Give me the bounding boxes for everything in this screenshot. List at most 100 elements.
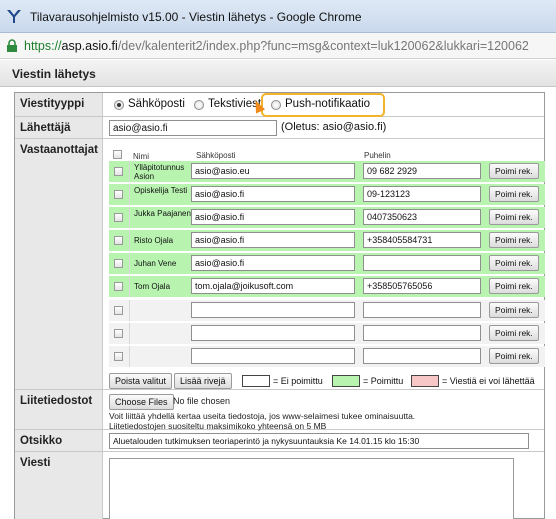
recipient-phone-input[interactable]	[363, 163, 481, 179]
address-bar[interactable]: https://asp.asio.fi/dev/kalenterit2/inde…	[0, 33, 556, 59]
row-divider	[129, 300, 130, 321]
sender-label: Lähettäjä	[15, 117, 103, 138]
attachments-row: Liitetiedostot Choose Files No file chos…	[15, 390, 544, 431]
message-row: Viesti	[15, 452, 544, 519]
attachments-label: Liitetiedostot	[15, 390, 103, 429]
legend-not-picked-swatch	[242, 375, 270, 387]
legend-not-picked-label: = Ei poimittu	[273, 376, 323, 386]
recipient-row: Ylläpitotunnus Asion Poimi rek.	[109, 161, 545, 182]
radio-email[interactable]	[114, 100, 124, 110]
pick-from-register-button[interactable]: Poimi rek.	[489, 325, 539, 341]
recipient-checkbox[interactable]	[114, 213, 123, 222]
recipient-row: Jukka Paajanen Poimi rek.	[109, 207, 545, 228]
recipient-phone-input[interactable]	[363, 348, 481, 364]
radio-push-label[interactable]: Push-notifikaatio	[285, 98, 370, 110]
recipient-row: Risto Ojala Poimi rek.	[109, 230, 545, 251]
recipient-row: Tom Ojala Poimi rek.	[109, 276, 545, 297]
legend-error-swatch	[411, 375, 439, 387]
app-logo-icon	[7, 10, 21, 23]
pick-from-register-button[interactable]: Poimi rek.	[489, 163, 539, 179]
row-divider	[129, 207, 130, 228]
attachments-note-1: Voit liittää yhdellä kertaa useita tiedo…	[109, 411, 416, 421]
recipient-name: Jukka Paajanen	[134, 209, 191, 218]
message-label: Viesti	[15, 452, 103, 519]
add-rows-button[interactable]: Lisää rivejä	[174, 373, 232, 389]
row-divider	[129, 184, 130, 205]
subject-row: Otsikko	[15, 430, 544, 452]
recipient-email-input[interactable]	[191, 186, 355, 202]
pick-from-register-button[interactable]: Poimi rek.	[489, 348, 539, 364]
pick-from-register-button[interactable]: Poimi rek.	[489, 186, 539, 202]
select-all-checkbox[interactable]	[113, 150, 122, 159]
recipient-checkbox[interactable]	[114, 329, 123, 338]
recipient-checkbox[interactable]	[114, 259, 123, 268]
recipient-row: Poimi rek.	[109, 300, 545, 321]
recipient-name: Opiskelija Testi	[134, 186, 188, 195]
header-phone: Puhelin	[364, 151, 391, 160]
sender-row: Lähettäjä (Oletus: asio@asio.fi)	[15, 117, 544, 139]
recipients-label: Vastaanottajat	[15, 139, 103, 389]
sender-input[interactable]	[109, 120, 277, 136]
message-form: Viestityyppi Sähköposti Tekstiviesti Pus…	[14, 92, 545, 519]
url-text[interactable]: https://asp.asio.fi/dev/kalenterit2/inde…	[24, 39, 529, 53]
window-titlebar: Tilavarausohjelmisto v15.00 - Viestin lä…	[0, 0, 556, 33]
sender-default-note: (Oletus: asio@asio.fi)	[281, 121, 387, 133]
recipient-name: Tom Ojala	[134, 282, 171, 291]
recipient-email-input[interactable]	[191, 348, 355, 364]
recipient-checkbox[interactable]	[114, 236, 123, 245]
recipients-row: Vastaanottajat Nimi Sähköposti Puhelin Y…	[15, 139, 545, 390]
legend-error-label: = Viestiä ei voi lähettää	[442, 376, 535, 386]
recipient-checkbox[interactable]	[114, 282, 123, 291]
recipient-email-input[interactable]	[191, 232, 355, 248]
lock-icon	[7, 39, 17, 52]
recipient-email-input[interactable]	[191, 278, 355, 294]
recipient-checkbox[interactable]	[114, 167, 123, 176]
radio-push[interactable]	[271, 100, 281, 110]
recipient-phone-input[interactable]	[363, 209, 481, 225]
recipient-checkbox[interactable]	[114, 352, 123, 361]
url-host: asp.asio.fi	[61, 39, 118, 53]
remove-selected-button[interactable]: Poista valitut	[109, 373, 173, 389]
recipient-email-input[interactable]	[191, 255, 355, 271]
recipient-checkbox[interactable]	[114, 190, 123, 199]
legend-picked-swatch	[332, 375, 360, 387]
legend-picked-label: = Poimittu	[363, 376, 404, 386]
recipient-email-input[interactable]	[191, 325, 355, 341]
recipients-grid: Nimi Sähköposti Puhelin Ylläpitotunnus A…	[104, 139, 545, 389]
radio-sms[interactable]	[194, 100, 204, 110]
recipient-phone-input[interactable]	[363, 255, 481, 271]
pick-from-register-button[interactable]: Poimi rek.	[489, 255, 539, 271]
recipient-email-input[interactable]	[191, 209, 355, 225]
window-title: Tilavarausohjelmisto v15.00 - Viestin lä…	[30, 10, 362, 24]
pick-from-register-button[interactable]: Poimi rek.	[489, 209, 539, 225]
recipient-row: Juhan Vene Poimi rek.	[109, 253, 545, 274]
row-divider	[129, 253, 130, 274]
recipient-phone-input[interactable]	[363, 186, 481, 202]
recipient-phone-input[interactable]	[363, 232, 481, 248]
url-path: /dev/kalenterit2/index.php?func=msg&cont…	[117, 39, 529, 53]
recipient-phone-input[interactable]	[363, 278, 481, 294]
subject-input[interactable]	[109, 433, 529, 449]
row-divider	[129, 276, 130, 297]
message-type-row: Viestityyppi Sähköposti Tekstiviesti Pus…	[15, 93, 544, 117]
no-file-chosen-text: No file chosen	[173, 396, 231, 406]
recipient-name: Juhan Vene	[134, 259, 177, 268]
recipient-phone-input[interactable]	[363, 325, 481, 341]
recipient-row: Opiskelija Testi Poimi rek.	[109, 184, 545, 205]
choose-files-button[interactable]: Choose Files	[109, 394, 174, 410]
recipient-name: Risto Ojala	[134, 236, 174, 245]
recipient-email-input[interactable]	[191, 163, 355, 179]
recipient-checkbox[interactable]	[114, 306, 123, 315]
recipient-phone-input[interactable]	[363, 302, 481, 318]
header-name: Nimi	[133, 152, 149, 161]
recipient-row: Poimi rek.	[109, 323, 545, 344]
pick-from-register-button[interactable]: Poimi rek.	[489, 278, 539, 294]
radio-email-label[interactable]: Sähköposti	[128, 98, 185, 110]
pick-from-register-button[interactable]: Poimi rek.	[489, 302, 539, 318]
message-type-label: Viestityyppi	[15, 93, 103, 116]
dialog-title: Viestin lähetys	[12, 67, 96, 81]
message-textarea[interactable]	[109, 458, 514, 519]
row-divider	[129, 323, 130, 344]
pick-from-register-button[interactable]: Poimi rek.	[489, 232, 539, 248]
recipient-email-input[interactable]	[191, 302, 355, 318]
